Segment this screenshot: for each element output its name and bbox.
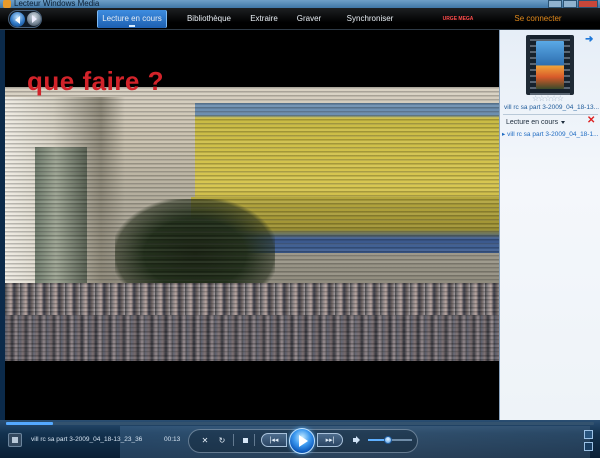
seek-progress	[6, 422, 54, 425]
repeat-icon[interactable]: ↻	[215, 434, 229, 446]
video-overlay-caption: que faire ?	[27, 66, 164, 96]
now-playing-title: vill rc sa part 3-2009_04_18-13...	[503, 104, 599, 111]
pane-divider	[503, 114, 598, 115]
forward-arrow-icon	[31, 15, 37, 23]
media-player-icon	[3, 0, 11, 8]
pane-options-arrow-icon[interactable]: ➜	[585, 34, 593, 45]
shuffle-icon[interactable]: ✕	[198, 434, 212, 446]
tab-sync[interactable]: Synchroniser	[338, 10, 402, 28]
elapsed-time: 00:13	[164, 436, 181, 443]
navigation-bar: Lecture en cours Bibliothèque Extraire G…	[0, 8, 600, 30]
video-frame[interactable]	[5, 87, 499, 361]
tab-library[interactable]: Bibliothèque	[178, 10, 240, 28]
sign-in-link[interactable]: Se connecter	[510, 10, 566, 28]
back-arrow-icon	[15, 15, 20, 24]
playlist-header[interactable]: Lecture en cours	[506, 119, 566, 126]
next-button[interactable]: ▸▸|	[317, 433, 343, 447]
playlist-item[interactable]: ▸ vill rc sa part 3-2009_04_18-1...	[502, 130, 599, 138]
window-title: Lecteur Windows Media	[14, 0, 100, 8]
close-button[interactable]	[578, 0, 598, 8]
play-icon	[299, 435, 308, 447]
seek-bar[interactable]	[6, 422, 594, 425]
tab-burn[interactable]: Graver	[292, 10, 326, 28]
volume-slider[interactable]	[368, 436, 412, 444]
maximize-button[interactable]	[563, 0, 577, 8]
history-buttons	[8, 10, 42, 28]
back-button[interactable]	[10, 12, 25, 27]
play-button[interactable]	[289, 428, 315, 454]
title-bar: Lecteur Windows Media	[0, 0, 600, 8]
rating-stars[interactable]: ☆☆☆☆☆	[532, 94, 564, 103]
next-icon: ▸▸|	[325, 437, 335, 444]
window-mode-icon	[584, 430, 593, 439]
video-area[interactable]: que faire ?	[5, 30, 499, 420]
chevron-down-icon	[561, 120, 566, 124]
now-playing-mode-icon[interactable]	[8, 433, 22, 447]
urge-brand-tab[interactable]: URGE MEGA	[440, 10, 476, 28]
stop-button[interactable]	[240, 435, 250, 445]
playlist-item-label: vill rc sa part 3-2009_04_18-1...	[507, 131, 599, 138]
tab-rip[interactable]: Extraire	[244, 10, 284, 28]
album-art[interactable]	[526, 35, 574, 95]
window-controls	[548, 0, 598, 8]
list-pane: ➜ ☆☆☆☆☆ vill rc sa part 3-2009_04_18-13.…	[499, 30, 600, 420]
previous-button[interactable]: |◂◂	[261, 433, 287, 447]
clear-list-icon[interactable]: ✕	[587, 115, 595, 126]
playback-controls: vill rc sa part 3-2009_04_18-13_23_36 00…	[0, 420, 600, 458]
minimize-button[interactable]	[548, 0, 562, 8]
forward-button[interactable]	[27, 12, 41, 26]
stop-icon	[242, 437, 248, 443]
status-text: vill rc sa part 3-2009_04_18-13_23_36	[31, 436, 143, 443]
speaker-icon	[353, 436, 360, 444]
volume-knob[interactable]	[383, 436, 392, 444]
playlist-header-label: Lecture en cours	[506, 119, 559, 126]
tab-now-playing[interactable]: Lecture en cours	[97, 10, 167, 28]
switch-to-compact-mode-button[interactable]	[583, 430, 594, 452]
previous-icon: |◂◂	[269, 437, 279, 444]
mute-button[interactable]	[350, 435, 360, 445]
